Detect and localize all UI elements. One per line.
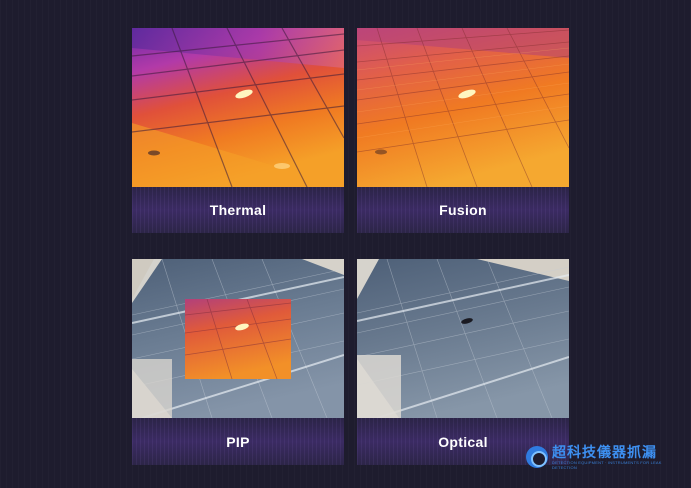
watermark: 超科技儀器抓漏 DETECTION EQUIPMENT · INSTRUMENT… bbox=[526, 444, 686, 470]
pip-card: PIP bbox=[132, 259, 344, 465]
watermark-subtitle: DETECTION EQUIPMENT · INSTRUMENTS FOR LE… bbox=[552, 459, 662, 470]
fusion-label: Fusion bbox=[357, 187, 569, 233]
fusion-card: Fusion bbox=[357, 28, 569, 233]
optical-card: Optical bbox=[357, 259, 569, 465]
optical-image bbox=[357, 259, 569, 418]
thermal-image bbox=[132, 28, 344, 187]
brand-logo-icon bbox=[526, 446, 548, 468]
watermark-title: 超科技儀器抓漏 bbox=[552, 443, 657, 460]
pip-image bbox=[132, 259, 344, 418]
fusion-image bbox=[357, 28, 569, 187]
thermal-label: Thermal bbox=[132, 187, 344, 233]
pip-label: PIP bbox=[132, 418, 344, 465]
background-pattern bbox=[0, 0, 691, 488]
thermal-card: Thermal bbox=[132, 28, 344, 233]
